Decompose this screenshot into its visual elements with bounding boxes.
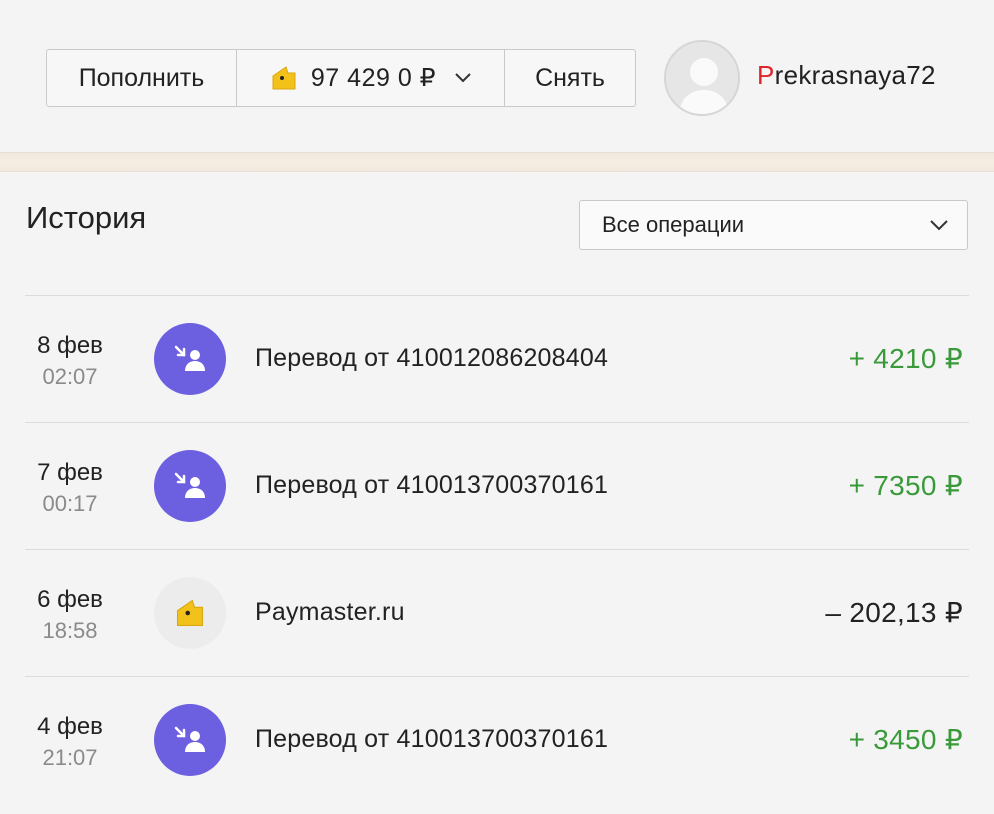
operation-day: 7 фев xyxy=(37,459,103,486)
operation-amount: + 7350 ₽ xyxy=(848,470,963,501)
operation-day: 4 фев xyxy=(37,713,103,740)
avatar[interactable] xyxy=(664,40,740,116)
operation-description: Перевод от 410012086208404 xyxy=(255,344,609,372)
username-initial: P xyxy=(757,60,775,90)
wallet-icon xyxy=(154,577,226,649)
top-bar: Пополнить 97 429 0 ₽ Снять Prekrasnaya72 xyxy=(0,0,994,152)
withdraw-button[interactable]: Снять xyxy=(505,50,635,106)
filter-value: Все операции xyxy=(602,212,745,237)
operation-date: 4 фев 21:07 xyxy=(25,713,115,771)
operation-time: 21:07 xyxy=(42,745,98,770)
operation-row[interactable]: 8 фев 02:07 Перевод от 410012086208404 +… xyxy=(25,295,969,422)
operation-row[interactable]: 6 фев 18:58 Paymaster.ru – 202,13 ₽ xyxy=(25,549,969,676)
operation-day: 8 фев xyxy=(37,332,103,359)
wallet-icon xyxy=(272,66,296,90)
chevron-down-icon xyxy=(930,220,948,231)
balance-amount: 97 429 0 ₽ xyxy=(310,64,437,92)
operation-day: 6 фев xyxy=(37,586,103,613)
operation-description: Paymaster.ru xyxy=(255,598,405,626)
topup-button[interactable]: Пополнить xyxy=(47,50,237,106)
username[interactable]: Prekrasnaya72 xyxy=(757,60,936,91)
operation-date: 6 фев 18:58 xyxy=(25,586,115,644)
header-divider xyxy=(0,152,994,172)
operation-time: 02:07 xyxy=(42,364,98,389)
user-silhouette-icon xyxy=(678,58,730,114)
history-title: История xyxy=(26,200,147,235)
incoming-transfer-icon xyxy=(154,450,226,522)
balance-dropdown[interactable]: 97 429 0 ₽ xyxy=(237,50,505,106)
incoming-transfer-icon xyxy=(154,704,226,776)
operation-date: 7 фев 00:17 xyxy=(25,459,115,517)
operation-amount: + 3450 ₽ xyxy=(848,724,963,755)
operation-row[interactable]: 7 фев 00:17 Перевод от 410013700370161 +… xyxy=(25,422,969,549)
wallet-actions: Пополнить 97 429 0 ₽ Снять xyxy=(46,49,636,107)
operation-amount: – 202,13 ₽ xyxy=(825,597,963,628)
operation-row[interactable]: 4 фев 21:07 Перевод от 410013700370161 +… xyxy=(25,676,969,803)
operation-date: 8 фев 02:07 xyxy=(25,332,115,390)
operation-description: Перевод от 410013700370161 xyxy=(255,725,609,753)
username-rest: rekrasnaya72 xyxy=(774,60,936,90)
incoming-transfer-icon xyxy=(154,323,226,395)
operation-time: 00:17 xyxy=(42,491,98,516)
operations-list: 8 фев 02:07 Перевод от 410012086208404 +… xyxy=(25,295,969,803)
chevron-down-icon xyxy=(455,73,471,83)
operation-time: 18:58 xyxy=(42,618,98,643)
operation-description: Перевод от 410013700370161 xyxy=(255,471,609,499)
operation-amount: + 4210 ₽ xyxy=(848,343,963,374)
operations-filter-select[interactable]: Все операции xyxy=(579,200,968,250)
